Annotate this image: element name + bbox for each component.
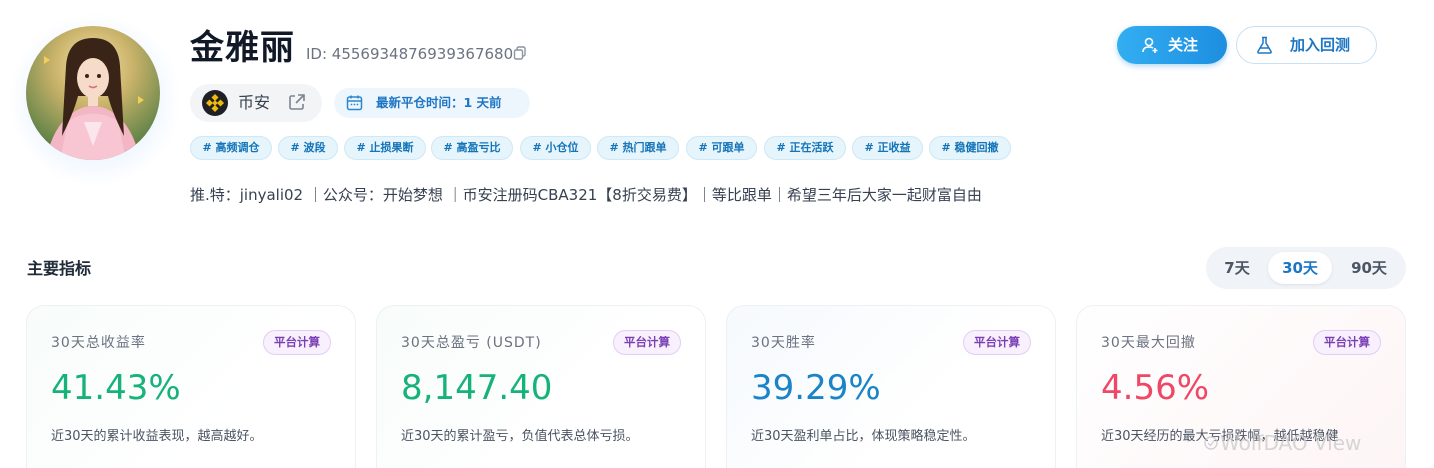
metric-value: 8,147.40 xyxy=(401,368,553,408)
backtest-label: 加入回测 xyxy=(1290,36,1351,54)
tag-item[interactable]: # 小仓位 xyxy=(520,136,591,160)
last-close-time: 最新平仓时间：1 天前 xyxy=(376,95,502,110)
tag-item[interactable]: # 正在活跃 xyxy=(764,136,846,160)
tag-item[interactable]: # 止损果断 xyxy=(344,136,426,160)
trader-bio: 推.特：jinyali02 ｜公众号：开始梦想 ｜币安注册码CBA321【8折交… xyxy=(190,186,982,204)
platform-calc-badge: 平台计算 xyxy=(963,330,1031,355)
tag-item[interactable]: # 正收益 xyxy=(852,136,923,160)
metric-card-win-rate: 30天胜率 平台计算 39.29% 近30天盈利单占比，体现策略稳定性。 xyxy=(726,305,1056,468)
range-option-90d[interactable]: 90天 xyxy=(1338,252,1400,284)
watermark: WolfDAO View xyxy=(1220,431,1362,455)
metric-card-total-return: 30天总收益率 平台计算 41.43% 近30天的累计收益表现，越高越好。 xyxy=(26,305,356,468)
metric-description: 近30天的累计收益表现，越高越好。 xyxy=(51,429,263,444)
tag-item[interactable]: # 波段 xyxy=(278,136,338,160)
range-option-30d[interactable]: 30天 xyxy=(1268,252,1332,284)
tag-item[interactable]: # 高频调仓 xyxy=(190,136,272,160)
follow-label: 关注 xyxy=(1168,36,1199,54)
avatar xyxy=(26,26,160,160)
tag-item[interactable]: # 稳健回撤 xyxy=(929,136,1011,160)
flask-icon xyxy=(1257,36,1272,54)
copy-icon[interactable] xyxy=(513,46,527,60)
exchange-name: 币安 xyxy=(238,93,271,112)
metric-value: 4.56% xyxy=(1101,368,1210,408)
metric-card-total-pnl: 30天总盈亏 (USDT) 平台计算 8,147.40 近30天的累计盈亏，负值… xyxy=(376,305,706,468)
watermark-logo-icon xyxy=(1204,436,1218,450)
tag-item[interactable]: # 高盈亏比 xyxy=(431,136,513,160)
metric-label: 30天最大回撤 xyxy=(1101,335,1196,351)
platform-calc-badge: 平台计算 xyxy=(1313,330,1381,355)
metric-description: 近30天盈利单占比，体现策略稳定性。 xyxy=(751,429,976,444)
section-title: 主要指标 xyxy=(27,259,92,278)
calendar-icon xyxy=(346,95,363,111)
external-link-icon[interactable] xyxy=(288,93,306,111)
add-user-icon xyxy=(1142,37,1158,53)
platform-calc-badge: 平台计算 xyxy=(613,330,681,355)
tag-item[interactable]: # 热门跟单 xyxy=(597,136,679,160)
metric-value: 41.43% xyxy=(51,368,181,408)
tag-item[interactable]: # 可跟单 xyxy=(686,136,757,160)
trader-id: ID: 4556934876939367680 xyxy=(306,45,514,63)
trader-name: 金雅丽 xyxy=(190,28,295,68)
platform-calc-badge: 平台计算 xyxy=(263,330,331,355)
range-option-7d[interactable]: 7天 xyxy=(1214,252,1260,284)
metric-label: 30天胜率 xyxy=(751,335,816,351)
metric-description: 近30天的累计盈亏，负值代表总体亏损。 xyxy=(401,429,639,444)
metric-label: 30天总收益率 xyxy=(51,335,146,351)
metric-label: 30天总盈亏 (USDT) xyxy=(401,335,542,351)
binance-logo-icon xyxy=(202,90,228,116)
metric-value: 39.29% xyxy=(751,368,881,408)
